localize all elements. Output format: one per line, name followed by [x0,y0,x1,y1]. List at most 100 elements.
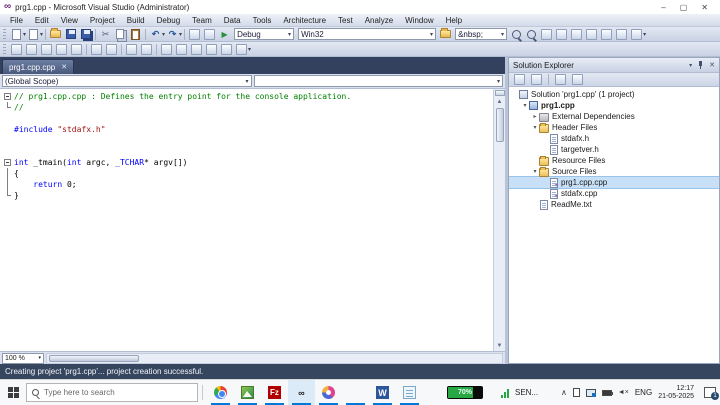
team-explorer-icon[interactable] [555,28,568,41]
copy-icon[interactable] [114,28,127,41]
taskbar-clock[interactable]: 12:17 21-05-2025 [658,385,694,401]
menu-item-file[interactable]: File [4,16,29,25]
close-button[interactable]: ✕ [701,3,708,12]
find-symbol-icon[interactable] [525,28,538,41]
tree-item-readme-txt[interactable]: ReadMe.txt [509,199,719,210]
tree-item-prg1-cpp[interactable]: ▾prg1.cpp [509,100,719,111]
display-parameter-info-icon[interactable] [25,43,38,56]
scrollbar-thumb[interactable] [496,108,504,142]
tab-close-icon[interactable]: ✕ [61,63,67,71]
member-dropdown[interactable]: ▾ [254,75,504,87]
undo-icon[interactable]: ↶ [149,28,162,41]
start-button[interactable] [0,380,26,405]
previous-bookmark-folder-icon[interactable] [205,43,218,56]
splitter-handle[interactable] [495,90,505,96]
fold-margin[interactable] [0,135,14,146]
menu-item-edit[interactable]: Edit [29,16,55,25]
find-in-files-icon[interactable] [510,28,523,41]
redo-icon[interactable]: ↷ [166,28,179,41]
tree-item-stdafx-cpp[interactable]: stdafx.cpp [509,188,719,199]
fold-margin[interactable] [0,190,14,201]
fold-margin[interactable] [0,179,14,190]
menu-item-test[interactable]: Test [332,16,359,25]
tree-item-stdafx-h[interactable]: stdafx.h [509,133,719,144]
open-file-icon[interactable] [439,28,452,41]
start-page-icon[interactable] [615,28,628,41]
object-browser-icon[interactable] [585,28,598,41]
menu-item-project[interactable]: Project [84,16,121,25]
tree-item-targetver-h[interactable]: targetver.h [509,144,719,155]
chevron-down-icon[interactable]: ▾ [162,31,165,38]
fold-margin[interactable] [0,91,14,102]
decrease-indent-icon[interactable] [90,43,103,56]
taskbar-app-filezilla[interactable]: Fz [261,380,288,405]
save-icon[interactable] [64,28,77,41]
tree-item-resource-files[interactable]: Resource Files [509,155,719,166]
minimize-button[interactable]: – [661,3,665,12]
tree-collapse-arrow-icon[interactable]: ▾ [521,102,529,109]
fold-margin[interactable] [0,168,14,179]
fold-collapse-icon[interactable] [4,93,11,100]
scope-dropdown[interactable]: (Global Scope) ▾ [2,75,252,87]
next-bookmark-folder-icon[interactable] [220,43,233,56]
extension-manager-icon[interactable] [630,28,643,41]
network-tray-item[interactable]: SEN... [501,380,538,405]
tree-item-external-dependencies[interactable]: ▸External Dependencies [509,111,719,122]
tree-collapse-arrow-icon[interactable]: ▾ [531,124,539,131]
menu-item-analyze[interactable]: Analyze [359,16,399,25]
display-quick-info-icon[interactable] [40,43,53,56]
close-panel-icon[interactable]: ✕ [709,61,715,69]
battery-icon[interactable] [602,390,612,396]
new-project-icon[interactable] [10,28,23,41]
fold-margin[interactable] [0,113,14,124]
fold-margin[interactable] [0,146,14,157]
properties-window-icon[interactable] [570,28,583,41]
vertical-scrollbar[interactable]: ▲ ▼ [493,89,505,351]
taskbar-app-paint[interactable] [315,380,342,405]
fold-margin[interactable] [0,124,14,135]
next-bookmark-icon[interactable] [190,43,203,56]
scroll-up-icon[interactable]: ▲ [497,97,503,107]
view-class-diagram-icon[interactable] [571,73,584,86]
chevron-down-icon[interactable]: ▾ [179,31,182,38]
taskbar-app-notepad[interactable] [396,380,423,405]
toolbar-grip[interactable] [3,44,6,55]
zoom-dropdown[interactable]: 100 % ▾ [2,353,44,364]
fold-margin[interactable] [0,102,14,113]
menu-item-data[interactable]: Data [218,16,247,25]
insert-snippet-icon[interactable] [70,43,83,56]
taskbar-app-visual-studio[interactable]: ∞ [288,380,315,405]
tree-item-solution-prg1-cpp-1-project-[interactable]: Solution 'prg1.cpp' (1 project) [509,89,719,100]
start-debugging-icon[interactable]: ▶ [218,28,231,41]
taskbar-app-word[interactable]: W [369,380,396,405]
menu-item-view[interactable]: View [55,16,84,25]
toolbox-icon[interactable] [600,28,613,41]
taskbar-app-file-explorer[interactable] [342,380,369,405]
toolbar-overflow-icon[interactable]: ▾ [248,46,251,53]
menu-item-tools[interactable]: Tools [247,16,278,25]
toolbar-grip[interactable] [3,29,6,40]
scroll-down-icon[interactable]: ▼ [497,341,503,351]
language-indicator[interactable]: ENG [635,388,652,397]
tree-item-prg1-cpp-cpp[interactable]: prg1.cpp.cpp [509,177,719,188]
save-all-icon[interactable] [79,28,92,41]
solution-configuration-dropdown[interactable]: Debug▾ [234,28,294,40]
fold-collapse-icon[interactable] [4,159,11,166]
taskbar-app-photos[interactable] [234,380,261,405]
scrollbar-thumb[interactable] [49,355,139,362]
tree-collapse-arrow-icon[interactable]: ▾ [531,168,539,175]
paste-icon[interactable] [129,28,142,41]
menu-item-debug[interactable]: Debug [151,16,187,25]
navigate-forward-icon[interactable] [203,28,216,41]
menu-item-build[interactable]: Build [121,16,151,25]
taskbar-app-chrome[interactable] [207,380,234,405]
view-code-icon[interactable] [554,73,567,86]
menu-item-architecture[interactable]: Architecture [277,16,332,25]
properties-icon[interactable] [513,73,526,86]
chevron-down-icon[interactable]: ▾ [23,31,26,38]
clear-bookmarks-icon[interactable] [235,43,248,56]
menu-item-window[interactable]: Window [399,16,439,25]
toolbar-overflow-icon[interactable]: ▾ [643,31,646,38]
maximize-button[interactable]: ▢ [680,3,688,12]
fold-margin[interactable] [0,157,14,168]
